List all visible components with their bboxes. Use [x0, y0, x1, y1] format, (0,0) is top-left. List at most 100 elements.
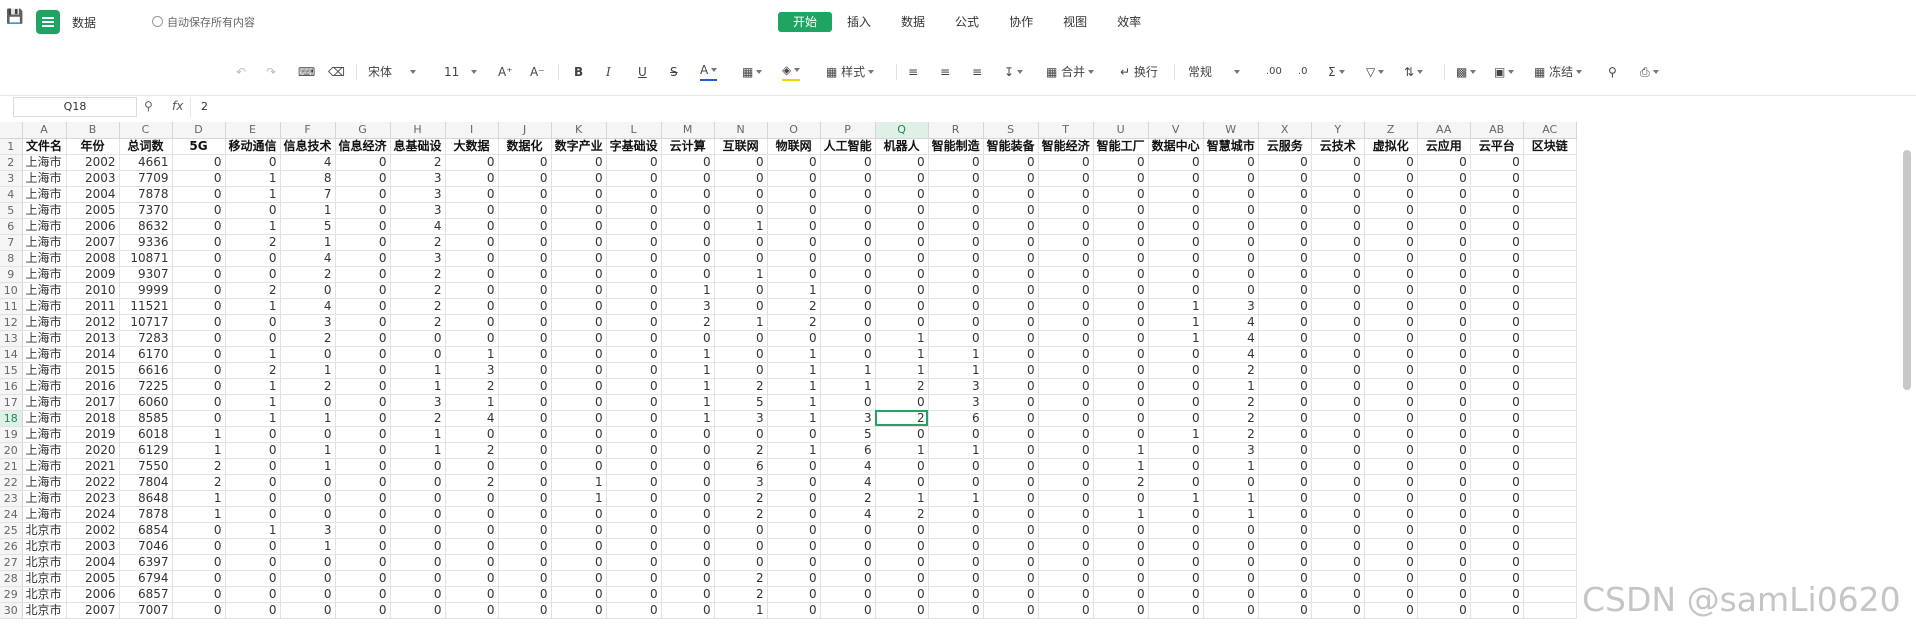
cell[interactable]: 0: [983, 346, 1039, 363]
cell[interactable]: 2006: [66, 218, 120, 235]
cell[interactable]: 0: [606, 298, 662, 315]
cell[interactable]: 0: [1417, 330, 1471, 347]
cell[interactable]: 3: [390, 250, 446, 267]
cell[interactable]: 0: [1417, 570, 1471, 587]
cell[interactable]: 0: [1258, 410, 1312, 427]
cell[interactable]: 0: [661, 458, 715, 475]
cell[interactable]: 北京市: [22, 602, 67, 619]
cell[interactable]: 0: [661, 474, 715, 491]
cell[interactable]: 0: [225, 474, 281, 491]
cell[interactable]: 0: [606, 250, 662, 267]
cell[interactable]: 8585: [119, 410, 173, 427]
column-header[interactable]: Y: [1311, 122, 1365, 139]
cell[interactable]: 1: [767, 442, 821, 459]
cell[interactable]: 0: [1093, 186, 1149, 203]
cell[interactable]: 0: [767, 234, 821, 251]
column-header[interactable]: N: [714, 122, 768, 139]
cell[interactable]: 0: [767, 538, 821, 555]
increase-decimal-icon[interactable]: .00: [1266, 63, 1282, 81]
cell[interactable]: 0: [1038, 410, 1094, 427]
font-size-select[interactable]: 11: [444, 63, 484, 81]
cell[interactable]: 0: [1038, 362, 1094, 379]
cell[interactable]: 0: [875, 282, 929, 299]
cell[interactable]: 0: [661, 250, 715, 267]
cell[interactable]: 4: [820, 506, 876, 523]
cell[interactable]: 0: [445, 154, 499, 171]
cell[interactable]: 6129: [119, 442, 173, 459]
cell[interactable]: 0: [498, 378, 552, 395]
cell[interactable]: 0: [445, 266, 499, 283]
cell[interactable]: 0: [1093, 538, 1149, 555]
column-title-cell[interactable]: 云平台: [1470, 138, 1524, 155]
cell[interactable]: 0: [1038, 458, 1094, 475]
cell[interactable]: 3: [714, 410, 768, 427]
number-format-select[interactable]: 常规: [1188, 63, 1252, 81]
cell[interactable]: 0: [551, 586, 607, 603]
cell[interactable]: 0: [606, 394, 662, 411]
cell[interactable]: 3: [1203, 298, 1259, 315]
column-header[interactable]: U: [1093, 122, 1149, 139]
column-title-cell[interactable]: 智能制造: [928, 138, 984, 155]
cell[interactable]: 0: [1364, 218, 1418, 235]
cell[interactable]: 0: [1038, 186, 1094, 203]
cell[interactable]: 0: [820, 586, 876, 603]
cell[interactable]: [1523, 330, 1577, 347]
cell[interactable]: 0: [714, 554, 768, 571]
cell[interactable]: 0: [1258, 458, 1312, 475]
cell[interactable]: 0: [928, 458, 984, 475]
cell[interactable]: 2007: [66, 602, 120, 619]
cell[interactable]: 5: [820, 426, 876, 443]
cell[interactable]: 1: [661, 282, 715, 299]
cell[interactable]: 0: [498, 602, 552, 619]
cell[interactable]: 0: [983, 426, 1039, 443]
cell[interactable]: 2: [714, 378, 768, 395]
cell[interactable]: 0: [1364, 442, 1418, 459]
cell[interactable]: 1: [225, 394, 281, 411]
fill-color-icon[interactable]: ◈: [782, 63, 801, 81]
cell[interactable]: 0: [1470, 458, 1524, 475]
cell[interactable]: 2: [767, 314, 821, 331]
cell[interactable]: 2: [280, 378, 336, 395]
cell[interactable]: 0: [551, 410, 607, 427]
cell[interactable]: 0: [172, 202, 226, 219]
column-header[interactable]: H: [390, 122, 446, 139]
cell[interactable]: 0: [983, 458, 1039, 475]
cell[interactable]: 0: [1258, 426, 1312, 443]
cell[interactable]: [1523, 538, 1577, 555]
cell[interactable]: 0: [1470, 554, 1524, 571]
cell[interactable]: 0: [661, 570, 715, 587]
cell[interactable]: 0: [172, 282, 226, 299]
cell[interactable]: 2: [875, 378, 929, 395]
cell[interactable]: [1523, 474, 1577, 491]
cell[interactable]: 0: [1258, 394, 1312, 411]
cell[interactable]: 2: [1203, 410, 1259, 427]
cell[interactable]: 0: [606, 314, 662, 331]
column-header[interactable]: Q: [875, 122, 929, 139]
cell[interactable]: 0: [1148, 442, 1204, 459]
row-header[interactable]: 4: [0, 186, 23, 203]
cell[interactable]: 0: [1258, 154, 1312, 171]
cell[interactable]: 0: [445, 458, 499, 475]
cell[interactable]: 上海市: [22, 394, 67, 411]
cell[interactable]: 0: [1203, 602, 1259, 619]
cell[interactable]: 0: [928, 314, 984, 331]
cell[interactable]: 0: [225, 442, 281, 459]
filter-icon[interactable]: ▽: [1366, 63, 1385, 81]
cell[interactable]: 0: [714, 362, 768, 379]
cell[interactable]: 0: [1364, 570, 1418, 587]
tab-6[interactable]: 效率: [1102, 12, 1156, 32]
cell[interactable]: 3: [390, 394, 446, 411]
cell[interactable]: 0: [1038, 314, 1094, 331]
cell[interactable]: 2016: [66, 378, 120, 395]
cell[interactable]: 1: [1093, 442, 1149, 459]
row-header[interactable]: 2: [0, 154, 23, 171]
cell[interactable]: 0: [714, 234, 768, 251]
cell[interactable]: 0: [875, 202, 929, 219]
tab-4[interactable]: 协作: [994, 12, 1048, 32]
row-header[interactable]: 20: [0, 442, 23, 459]
cell[interactable]: [1523, 378, 1577, 395]
cell[interactable]: 0: [172, 250, 226, 267]
cell[interactable]: 0: [225, 602, 281, 619]
cell[interactable]: 0: [1093, 266, 1149, 283]
cell[interactable]: 0: [1038, 602, 1094, 619]
